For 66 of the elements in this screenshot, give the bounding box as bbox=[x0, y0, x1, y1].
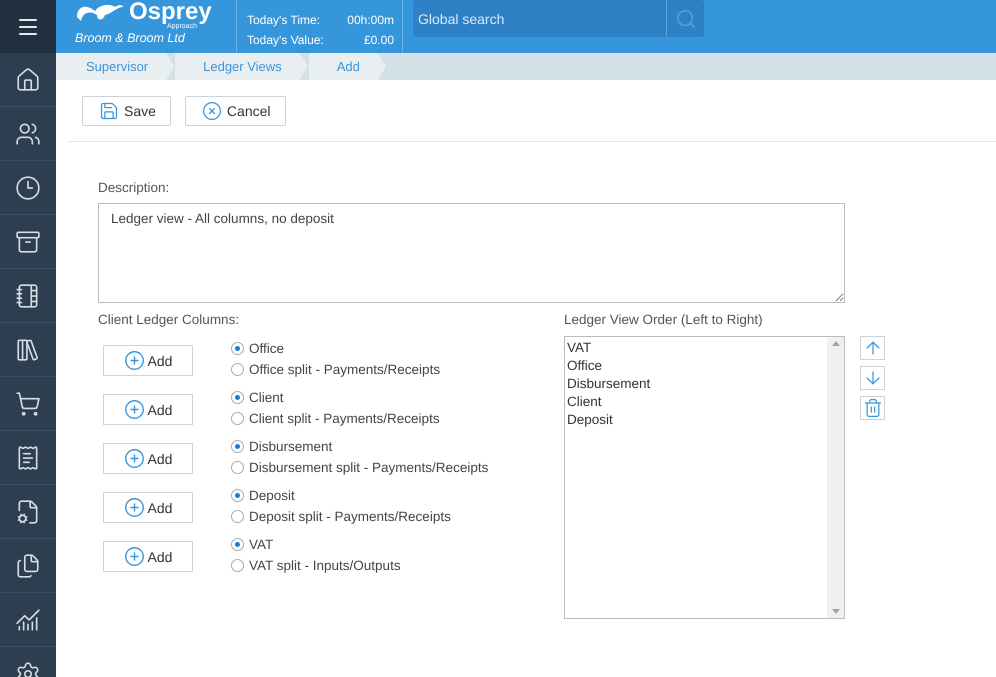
company-name: Broom & Broom Ltd bbox=[75, 31, 186, 45]
books-icon[interactable] bbox=[15, 336, 41, 362]
list-item[interactable]: Disbursement bbox=[567, 375, 825, 393]
radio-option[interactable]: Office bbox=[231, 341, 440, 356]
home-icon[interactable] bbox=[15, 66, 41, 92]
circle-plus-icon bbox=[124, 350, 145, 371]
radio-option[interactable]: VAT bbox=[231, 537, 401, 552]
search-icon bbox=[674, 8, 696, 30]
box-icon[interactable] bbox=[15, 228, 41, 254]
scrollbar[interactable] bbox=[827, 337, 844, 618]
stat-value: 00h:00m bbox=[347, 12, 394, 28]
list-item[interactable]: Deposit bbox=[567, 411, 825, 429]
move-up-button[interactable] bbox=[860, 336, 885, 360]
trash-icon bbox=[862, 398, 882, 418]
stat-value: £0.00 bbox=[364, 32, 394, 48]
radio-option[interactable]: Deposit split - Payments/Receipts bbox=[231, 509, 451, 524]
circle-plus-icon bbox=[124, 497, 145, 518]
radio-button[interactable] bbox=[231, 461, 244, 474]
order-label: Ledger View Order (Left to Right) bbox=[564, 312, 764, 327]
scroll-down-icon[interactable] bbox=[832, 609, 840, 614]
clock-icon[interactable] bbox=[15, 174, 41, 200]
radio-button[interactable] bbox=[231, 510, 244, 523]
description-label: Description: bbox=[98, 180, 170, 195]
circle-plus-icon bbox=[124, 448, 145, 469]
circle-x-icon bbox=[202, 100, 222, 120]
circle-plus-icon bbox=[124, 399, 145, 420]
documents-icon[interactable] bbox=[15, 552, 41, 578]
circle-plus-icon bbox=[124, 546, 145, 567]
radio-option[interactable]: Client split - Payments/Receipts bbox=[231, 411, 440, 426]
radio-option[interactable]: Disbursement split - Payments/Receipts bbox=[231, 460, 488, 475]
cancel-button[interactable]: Cancel bbox=[184, 96, 286, 126]
radio-button[interactable] bbox=[231, 489, 244, 502]
radio-button[interactable] bbox=[231, 363, 244, 376]
list-item[interactable]: VAT bbox=[567, 339, 825, 357]
add-button[interactable]: Add bbox=[103, 394, 193, 425]
chart-icon[interactable] bbox=[15, 606, 41, 632]
columns-label: Client Ledger Columns: bbox=[98, 312, 240, 327]
radio-button[interactable] bbox=[231, 412, 244, 425]
radio-button[interactable] bbox=[231, 342, 244, 355]
brand-name: Osprey bbox=[129, 1, 212, 23]
radio-option[interactable]: VAT split - Inputs/Outputs bbox=[231, 558, 401, 573]
radio-option[interactable]: Office split - Payments/Receipts bbox=[231, 362, 440, 377]
add-button[interactable]: Add bbox=[103, 443, 193, 474]
add-button[interactable]: Add bbox=[103, 492, 193, 523]
order-listbox[interactable]: VAT Office Disbursement Client Deposit bbox=[564, 336, 845, 619]
radio-option[interactable]: Client bbox=[231, 390, 440, 405]
add-button[interactable]: Add bbox=[103, 345, 193, 376]
people-icon[interactable] bbox=[15, 120, 41, 146]
radio-button[interactable] bbox=[231, 391, 244, 404]
list-item[interactable]: Client bbox=[567, 393, 825, 411]
radio-option[interactable]: Deposit bbox=[231, 488, 451, 503]
scroll-up-icon[interactable] bbox=[832, 341, 840, 346]
save-button[interactable]: Save bbox=[82, 96, 171, 126]
description-field[interactable]: Ledger view - All columns, no deposit bbox=[98, 203, 845, 303]
radio-button[interactable] bbox=[231, 440, 244, 453]
radio-button[interactable] bbox=[231, 538, 244, 551]
add-button[interactable]: Add bbox=[103, 541, 193, 572]
radio-option[interactable]: Disbursement bbox=[231, 439, 488, 454]
global-search-field[interactable]: Global search bbox=[413, 0, 666, 37]
delete-button[interactable] bbox=[860, 396, 885, 420]
move-down-button[interactable] bbox=[860, 366, 885, 390]
radio-button[interactable] bbox=[231, 559, 244, 572]
stat-label: Today's Time: bbox=[247, 12, 320, 28]
stat-label: Today's Value: bbox=[247, 32, 324, 48]
list-item[interactable]: Office bbox=[567, 357, 825, 375]
cart-icon[interactable] bbox=[15, 390, 41, 416]
